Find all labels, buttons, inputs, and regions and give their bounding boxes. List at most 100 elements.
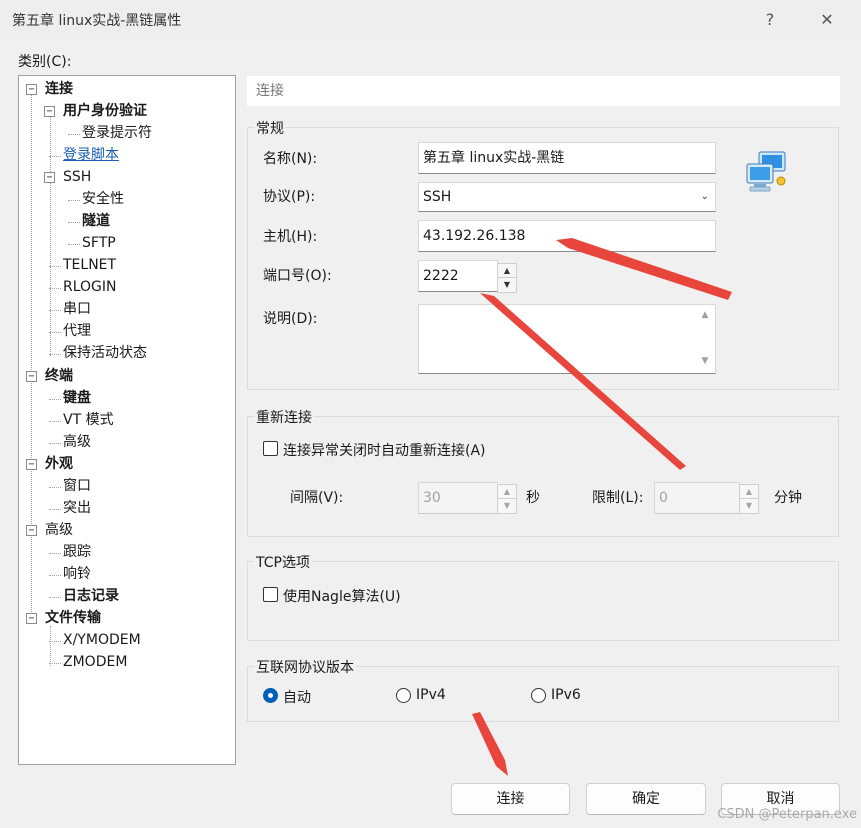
help-button[interactable]: ? <box>756 6 784 34</box>
tree-item[interactable]: VT 模式 <box>63 410 114 431</box>
close-button[interactable]: ✕ <box>813 6 841 34</box>
tree-item[interactable]: X/YMODEM <box>63 630 141 651</box>
collapse-icon[interactable]: − <box>44 106 55 118</box>
stepper-up-icon[interactable]: ▲ <box>498 264 516 278</box>
ok-button[interactable]: 确定 <box>586 783 706 815</box>
tree-item[interactable]: 连接 <box>45 79 73 100</box>
radio-auto-label[interactable]: 自动 <box>283 687 311 707</box>
limit-stepper[interactable]: ▲ ▼ <box>739 484 759 514</box>
tree-guide <box>50 626 51 666</box>
host-field[interactable]: 43.192.26.138 <box>418 220 716 252</box>
tree-item[interactable]: 日志记录 <box>63 586 119 607</box>
radio-auto[interactable] <box>263 688 278 703</box>
tree-connector <box>49 486 61 488</box>
desc-label: 说明(D): <box>263 311 318 327</box>
stepper-up-icon[interactable]: ▲ <box>740 485 758 499</box>
category-label: 类别(C): <box>18 54 72 70</box>
limit-label: 限制(L): <box>592 490 644 506</box>
reconnect-group <box>247 416 839 537</box>
tree-item[interactable]: 响铃 <box>63 564 91 585</box>
collapse-icon[interactable]: − <box>26 612 37 624</box>
port-field[interactable]: 2222 <box>418 260 498 292</box>
tree-item[interactable]: 终端 <box>45 366 73 387</box>
tree-item[interactable]: SFTP <box>82 233 116 254</box>
scroll-up-icon[interactable]: ▲ <box>695 310 715 320</box>
interval-unit: 秒 <box>526 490 540 506</box>
tree-connector <box>49 574 61 576</box>
scroll-down-icon[interactable]: ▼ <box>695 356 715 366</box>
tree-connector <box>49 596 61 598</box>
window-title: 第五章 linux实战-黑链属性 <box>12 13 182 29</box>
collapse-icon[interactable]: − <box>26 370 37 382</box>
tree-item[interactable]: 键盘 <box>63 388 91 409</box>
title-bar: 第五章 linux实战-黑链属性 ? ✕ <box>0 0 861 40</box>
limit-unit: 分钟 <box>774 490 802 506</box>
chevron-down-icon: ⌄ <box>700 191 709 202</box>
tree-item[interactable]: 跟踪 <box>63 542 91 563</box>
interval-stepper[interactable]: ▲ ▼ <box>497 484 517 514</box>
description-field[interactable] <box>418 304 716 374</box>
general-group-title: 常规 <box>254 118 286 138</box>
tree-connector <box>68 134 80 136</box>
tree-item[interactable]: 安全性 <box>82 189 124 210</box>
nagle-checkbox[interactable] <box>263 587 278 602</box>
stepper-down-icon[interactable]: ▼ <box>498 499 516 513</box>
tree-connector <box>49 420 61 422</box>
section-header: 连接 <box>247 76 840 106</box>
tree-connector <box>68 222 80 224</box>
tree-item[interactable]: TELNET <box>63 255 116 276</box>
tree-connector <box>68 244 80 246</box>
tree-connector <box>49 442 61 444</box>
name-field[interactable]: 第五章 linux实战-黑链 <box>418 142 716 174</box>
name-label: 名称(N): <box>263 151 318 167</box>
tree-item[interactable]: 登录提示符 <box>82 123 152 144</box>
tree-item[interactable]: RLOGIN <box>63 277 117 298</box>
reconnect-group-title: 重新连接 <box>254 407 314 427</box>
collapse-icon[interactable]: − <box>44 172 55 184</box>
protocol-value: SSH <box>423 189 452 205</box>
tree-item[interactable]: 串口 <box>63 299 91 320</box>
tcp-group-title: TCP选项 <box>254 552 312 572</box>
tree-item[interactable]: 用户身份验证 <box>63 101 147 122</box>
reconnect-checkbox-label[interactable]: 连接异常关闭时自动重新连接(A) <box>283 440 486 460</box>
tree-item[interactable]: 高级 <box>45 520 73 541</box>
tree-item[interactable]: 隧道 <box>82 211 110 232</box>
stepper-down-icon[interactable]: ▼ <box>740 499 758 513</box>
port-stepper[interactable]: ▲ ▼ <box>497 263 517 293</box>
interval-field[interactable]: 30 <box>418 482 498 514</box>
collapse-icon[interactable]: − <box>26 84 37 95</box>
tree-item[interactable]: 突出 <box>63 498 91 519</box>
reconnect-checkbox[interactable] <box>263 441 278 456</box>
collapse-icon[interactable]: − <box>26 524 37 536</box>
radio-ipv6[interactable] <box>531 688 546 703</box>
tree-item[interactable]: 外观 <box>45 454 73 475</box>
radio-ipv6-label[interactable]: IPv6 <box>551 687 581 703</box>
category-tree[interactable]: 连接 − 用户身份验证 − 登录提示符 登录脚本 SSH − 安全性 隧道 SFTP TELNET RL… <box>18 75 236 765</box>
stepper-up-icon[interactable]: ▲ <box>498 485 516 499</box>
stepper-down-icon[interactable]: ▼ <box>498 278 516 292</box>
tree-item[interactable]: 窗口 <box>63 476 91 497</box>
tree-connector <box>49 398 61 400</box>
nagle-checkbox-label[interactable]: 使用Nagle算法(U) <box>283 586 401 606</box>
protocol-label: 协议(P): <box>263 189 316 205</box>
port-label: 端口号(O): <box>263 268 332 284</box>
collapse-icon[interactable]: − <box>26 458 37 470</box>
tree-connector <box>49 508 61 510</box>
tree-item[interactable]: 保持活动状态 <box>63 343 147 364</box>
tree-connector <box>68 200 80 202</box>
ip-version-group-title: 互联网协议版本 <box>254 657 356 677</box>
tree-guide <box>31 90 32 620</box>
protocol-select[interactable]: SSH ⌄ <box>418 182 716 212</box>
tree-item[interactable]: SSH <box>63 167 91 188</box>
radio-ipv4[interactable] <box>396 688 411 703</box>
limit-field[interactable]: 0 <box>654 482 740 514</box>
radio-ipv4-label[interactable]: IPv4 <box>416 687 446 703</box>
interval-label: 间隔(V): <box>290 490 344 506</box>
tree-guide <box>50 106 51 356</box>
tree-item[interactable]: ZMODEM <box>63 652 127 673</box>
tree-item[interactable]: 登录脚本 <box>63 145 119 166</box>
tree-item[interactable]: 代理 <box>63 321 91 342</box>
connect-button[interactable]: 连接 <box>451 783 570 815</box>
tree-item[interactable]: 高级 <box>63 432 91 453</box>
tree-item[interactable]: 文件传输 <box>45 608 101 629</box>
